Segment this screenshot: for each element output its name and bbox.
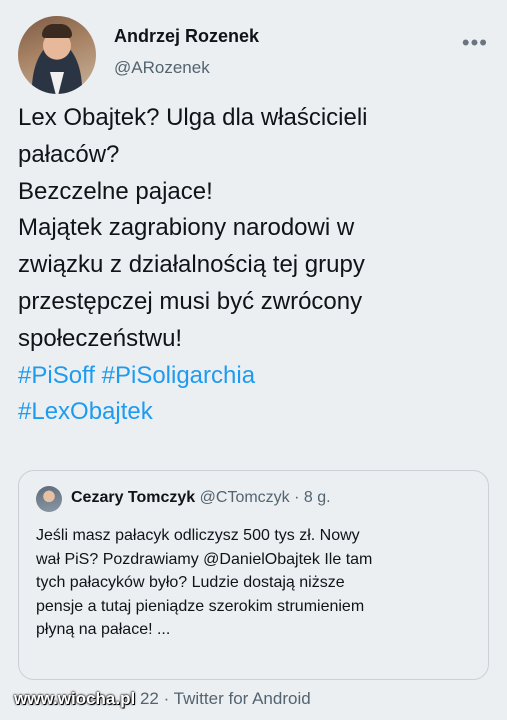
tweet-header: Andrzej Rozenek @ARozenek ••• [18, 16, 488, 96]
tweet-line: przestępczej musi być zwrócony [18, 287, 363, 315]
hashtag-link[interactable]: #LexObajtek [18, 398, 153, 425]
quoted-line: Jeśli masz pałacyk odliczysz 500 tys zł.… [36, 527, 360, 544]
quoted-author-avatar [36, 486, 62, 512]
more-dots-icon[interactable]: ••• [462, 30, 488, 56]
hashtag-link[interactable]: #PiSoligarchia [102, 362, 255, 389]
hashtag-line: #PiSoff #PiSoligarchia [18, 358, 488, 395]
quoted-tweet-header: Cezary Tomczyk @CTomczyk · 8 g. [71, 489, 331, 507]
tweet-footer: www.wiocha.pl 22 · Twitter for Android [14, 689, 311, 709]
watermark: www.wiocha.pl [14, 689, 136, 708]
quoted-line: tych pałacyków było? Ludzie dostają niżs… [36, 574, 345, 591]
quoted-line: płyną na pałace! ... [36, 621, 171, 638]
author-handle[interactable]: @ARozenek [114, 58, 210, 78]
tweet-line: Bezczelne pajace! [18, 177, 213, 205]
tweet-source: · Twitter for Android [163, 689, 311, 708]
tweet-date[interactable]: 22 [140, 689, 159, 708]
tweet-line: społeczeństwu! [18, 324, 183, 352]
tweet-line: Majątek zagrabiony narodowi w [18, 214, 355, 242]
quoted-author-handle: @CTomczyk [199, 489, 290, 506]
quoted-tweet-time: · 8 g. [294, 489, 331, 506]
quoted-tweet[interactable]: Cezary Tomczyk @CTomczyk · 8 g. Jeśli ma… [18, 470, 489, 680]
tweet-text: Lex Obajtek? Ulga dla właścicieli pałacó… [18, 100, 488, 431]
hashtag-line: #LexObajtek [18, 394, 488, 431]
tweet-line: Lex Obajtek? Ulga dla właścicieli [18, 104, 368, 131]
hashtag-link[interactable]: #PiSoff [18, 362, 95, 389]
avatar-shirt [50, 72, 64, 94]
quoted-tweet-text: Jeśli masz pałacyk odliczysz 500 tys zł.… [36, 524, 476, 642]
quoted-author-name: Cezary Tomczyk [71, 489, 196, 506]
quoted-line: wał PiS? Pozdrawiamy @DanielObajtek Ile … [36, 550, 373, 568]
author-name[interactable]: Andrzej Rozenek [114, 26, 259, 47]
tweet-line: pałaców? [18, 140, 120, 168]
author-avatar[interactable] [18, 16, 96, 94]
tweet-line: związku z działalnością tej grupy [18, 251, 365, 279]
avatar-hair [42, 24, 72, 38]
quoted-line: pensje a tutaj pieniądze szerokim strumi… [36, 597, 365, 615]
